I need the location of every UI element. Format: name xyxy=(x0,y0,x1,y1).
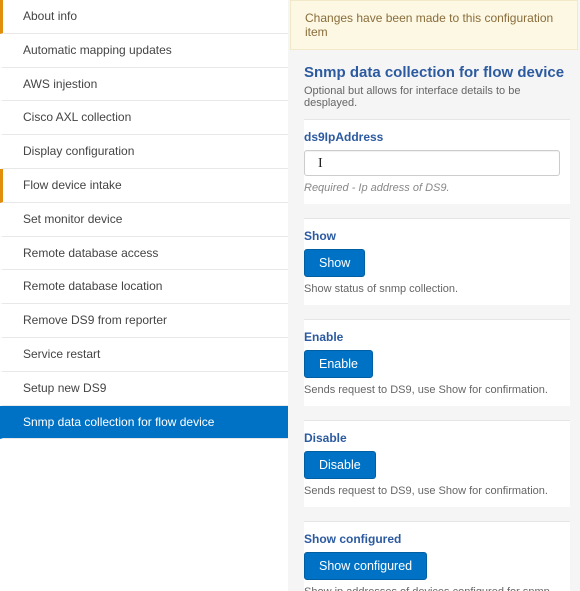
disable-desc: Sends request to DS9, use Show for confi… xyxy=(304,485,560,497)
page-title: Snmp data collection for flow device xyxy=(304,64,570,81)
sidebar-item-label: Remote database location xyxy=(23,279,162,293)
enable-desc: Sends request to DS9, use Show for confi… xyxy=(304,384,560,396)
showconf-desc: Show ip addresses of devices configured … xyxy=(304,586,560,591)
sidebar-item-2[interactable]: AWS injestion xyxy=(0,68,288,102)
show-label: Show xyxy=(304,229,560,243)
sidebar-item-label: Cisco AXL collection xyxy=(23,110,131,124)
disable-button[interactable]: Disable xyxy=(304,451,376,479)
enable-label: Enable xyxy=(304,330,560,344)
field-enable: Enable Enable Sends request to DS9, use … xyxy=(304,319,570,406)
sidebar-item-6[interactable]: Set monitor device xyxy=(0,203,288,237)
field-ds9ip: ds9IpAddress I Required - Ip address of … xyxy=(304,119,570,204)
field-disable: Disable Disable Sends request to DS9, us… xyxy=(304,420,570,507)
change-banner: Changes have been made to this configura… xyxy=(290,0,578,50)
showconf-label: Show configured xyxy=(304,532,560,546)
sidebar-item-label: About info xyxy=(23,9,77,23)
sidebar-item-label: Remove DS9 from reporter xyxy=(23,313,167,327)
field-show-configured: Show configured Show configured Show ip … xyxy=(304,521,570,591)
sidebar-item-12[interactable]: Snmp data collection for flow device xyxy=(0,406,288,440)
show-button[interactable]: Show xyxy=(304,249,365,277)
sidebar: About info Automatic mapping updates AWS i… xyxy=(0,0,288,591)
sidebar-item-9[interactable]: Remove DS9 from reporter xyxy=(0,304,288,338)
sidebar-item-0[interactable]: About info xyxy=(0,0,288,34)
sidebar-item-11[interactable]: Setup new DS9 xyxy=(0,372,288,406)
sidebar-item-label: Flow device intake xyxy=(23,178,122,192)
sidebar-item-5[interactable]: Flow device intake xyxy=(0,169,288,203)
ds9ip-label: ds9IpAddress xyxy=(304,130,560,144)
sidebar-item-7[interactable]: Remote database access xyxy=(0,237,288,271)
sidebar-item-label: Set monitor device xyxy=(23,212,122,226)
sidebar-item-10[interactable]: Service restart xyxy=(0,338,288,372)
content: Snmp data collection for flow device Opt… xyxy=(288,64,580,591)
ds9ip-help: Required - Ip address of DS9. xyxy=(304,182,560,194)
show-desc: Show status of snmp collection. xyxy=(304,283,560,295)
enable-button[interactable]: Enable xyxy=(304,350,373,378)
sidebar-item-1[interactable]: Automatic mapping updates xyxy=(0,34,288,68)
page-subtitle: Optional but allows for interface detail… xyxy=(304,85,570,109)
ds9ip-input[interactable] xyxy=(304,150,560,176)
show-configured-button[interactable]: Show configured xyxy=(304,552,427,580)
sidebar-item-4[interactable]: Display configuration xyxy=(0,135,288,169)
sidebar-item-label: Display configuration xyxy=(23,144,134,158)
sidebar-item-3[interactable]: Cisco AXL collection xyxy=(0,101,288,135)
sidebar-item-8[interactable]: Remote database location xyxy=(0,270,288,304)
main-panel: Changes have been made to this configura… xyxy=(288,0,580,591)
sidebar-item-label: Setup new DS9 xyxy=(23,381,106,395)
sidebar-item-label: AWS injestion xyxy=(23,77,97,91)
sidebar-item-label: Automatic mapping updates xyxy=(23,43,172,57)
sidebar-item-label: Remote database access xyxy=(23,246,158,260)
disable-label: Disable xyxy=(304,431,560,445)
sidebar-item-label: Service restart xyxy=(23,347,100,361)
field-show: Show Show Show status of snmp collection… xyxy=(304,218,570,305)
sidebar-item-label: Snmp data collection for flow device xyxy=(23,415,214,429)
